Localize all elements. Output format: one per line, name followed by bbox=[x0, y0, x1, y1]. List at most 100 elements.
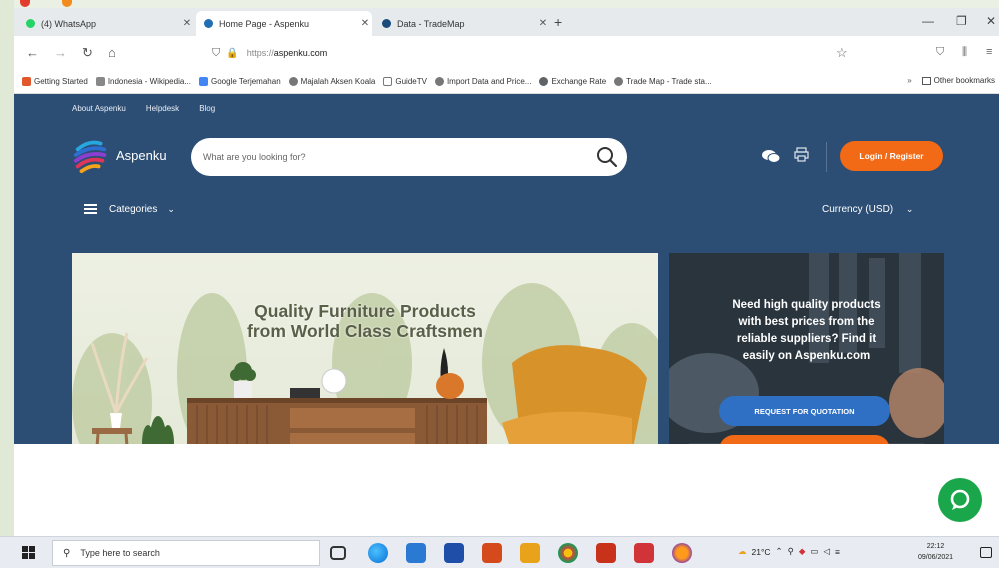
chevron-right-icon[interactable]: » bbox=[907, 76, 911, 85]
url-protocol: https:// bbox=[246, 48, 274, 58]
network-icon[interactable]: ▭ bbox=[810, 546, 818, 557]
maximize-icon[interactable]: ❐ bbox=[956, 14, 967, 28]
taskbar-search-placeholder: Type here to search bbox=[80, 548, 160, 558]
weather-icon[interactable]: ☁ bbox=[738, 546, 747, 557]
bookmark-item[interactable]: Trade Map - Trade sta... bbox=[614, 77, 712, 86]
taskbar-search[interactable]: ⚲ Type here to search bbox=[52, 540, 320, 566]
hero-title: Quality Furniture Products from World Cl… bbox=[72, 301, 658, 341]
trademap-favicon-icon bbox=[382, 19, 391, 28]
bookmark-item[interactable]: Getting Started bbox=[22, 77, 88, 86]
browser-toolbar: ← → ↻ ⌂ ⛉ 🔒 https:// aspenku.com ☆ ⛉ ⫼ ≡ bbox=[14, 36, 999, 70]
hero-title-line2: from World Class Craftsmen bbox=[247, 321, 483, 341]
nav-blog[interactable]: Blog bbox=[199, 104, 215, 113]
menu-icon[interactable]: ≡ bbox=[986, 46, 992, 58]
pocket-icon[interactable]: ⛉ bbox=[936, 46, 944, 59]
close-window-icon[interactable]: ✕ bbox=[986, 14, 996, 28]
close-icon[interactable]: ✕ bbox=[180, 18, 194, 29]
search-icon: ⚲ bbox=[63, 547, 71, 559]
folder-icon bbox=[921, 76, 931, 85]
edge-icon[interactable] bbox=[368, 543, 388, 563]
antivirus-icon[interactable]: ◆ bbox=[799, 546, 806, 557]
home-icon[interactable]: ⌂ bbox=[108, 45, 116, 60]
bookmark-label: GuideTV bbox=[395, 77, 427, 86]
reload-icon[interactable]: ↻ bbox=[82, 45, 93, 61]
notification-icon[interactable] bbox=[980, 547, 992, 558]
office-icon[interactable] bbox=[482, 543, 502, 563]
promo-line: with best prices from the bbox=[738, 316, 875, 328]
media-icon[interactable] bbox=[634, 543, 654, 563]
nav-about[interactable]: About Aspenku bbox=[72, 104, 126, 113]
request-for-quotation-button[interactable]: REQUEST FOR QUOTATION bbox=[719, 396, 890, 426]
close-icon[interactable]: ✕ bbox=[536, 18, 550, 29]
firefox-icon[interactable] bbox=[672, 543, 692, 563]
volume-icon[interactable]: ◁ bbox=[823, 546, 830, 557]
bookmark-item[interactable]: GuideTV bbox=[383, 77, 427, 86]
chevron-up-icon[interactable]: ⌃ bbox=[776, 546, 783, 557]
minimize-icon[interactable]: — bbox=[922, 14, 934, 28]
new-tab-icon[interactable]: + bbox=[554, 14, 562, 30]
bookmark-label: Exchange Rate bbox=[551, 77, 607, 86]
bookmark-label: Getting Started bbox=[34, 77, 88, 86]
logo-text: Aspenku bbox=[116, 147, 167, 163]
word-icon[interactable] bbox=[444, 543, 464, 563]
bookmark-label: Import Data and Price... bbox=[446, 77, 532, 86]
google-icon bbox=[539, 77, 549, 86]
bookmark-item[interactable]: Import Data and Price... bbox=[434, 77, 532, 86]
people-icon[interactable]: ⚲ bbox=[788, 546, 794, 557]
nav-helpdesk[interactable]: Helpdesk bbox=[146, 104, 179, 113]
site-logo[interactable]: Aspenku bbox=[72, 136, 167, 174]
task-view-icon[interactable] bbox=[330, 546, 346, 560]
powerpoint-icon[interactable] bbox=[596, 543, 616, 563]
live-chat-button[interactable] bbox=[938, 478, 982, 522]
close-icon[interactable]: ✕ bbox=[358, 18, 372, 29]
search-input[interactable] bbox=[203, 152, 587, 162]
globe-icon bbox=[288, 77, 298, 86]
aspenku-site: About Aspenku Helpdesk Blog Aspenku Logi… bbox=[14, 94, 999, 496]
bookmark-item[interactable]: Majalah Aksen Koala bbox=[288, 77, 376, 86]
categories-menu[interactable]: Categories ⌄ bbox=[84, 202, 175, 216]
file-explorer-icon[interactable] bbox=[520, 543, 540, 563]
bookmark-label: Majalah Aksen Koala bbox=[300, 77, 376, 86]
clock-date: 09/06/2021 bbox=[918, 554, 954, 561]
other-bookmarks-label: Other bookmarks bbox=[933, 76, 995, 85]
mail-icon[interactable] bbox=[406, 543, 426, 563]
forward-icon[interactable]: → bbox=[54, 45, 67, 60]
hero-title-line1: Quality Furniture Products bbox=[254, 301, 476, 321]
bookmark-item[interactable]: Google Terjemahan bbox=[198, 77, 281, 86]
promo-line: easily on Aspenku.com bbox=[742, 350, 871, 362]
bookmark-label: Indonesia - Wikipedia... bbox=[107, 77, 191, 86]
chat-icon[interactable] bbox=[762, 149, 781, 166]
bookmark-star-icon[interactable]: ☆ bbox=[836, 45, 848, 61]
search-icon[interactable] bbox=[587, 146, 627, 168]
background-window-fragment bbox=[14, 0, 434, 8]
tab-trademap[interactable]: Data - TradeMap ✕ bbox=[374, 11, 550, 36]
chrome-icon[interactable] bbox=[558, 543, 578, 563]
library-icon[interactable]: ⫼ bbox=[962, 46, 967, 59]
windows-start-icon[interactable] bbox=[22, 546, 36, 560]
taskbar-clock[interactable]: 22:12 09/06/2021 bbox=[918, 541, 953, 563]
bookmark-item[interactable]: Exchange Rate bbox=[539, 77, 606, 86]
globe-icon bbox=[614, 77, 624, 86]
language-icon[interactable]: ≡ bbox=[835, 547, 840, 557]
bookmark-label: Google Terjemahan bbox=[210, 77, 281, 86]
printer-icon[interactable] bbox=[794, 147, 809, 165]
lock-icon[interactable]: 🔒 bbox=[226, 48, 238, 59]
desktop-left-strip bbox=[0, 0, 14, 536]
tab-aspenku[interactable]: Home Page - Aspenku ✕ bbox=[196, 11, 372, 36]
bookmark-item[interactable]: Indonesia - Wikipedia... bbox=[95, 77, 191, 86]
folder-icon bbox=[383, 77, 393, 86]
weather-temp[interactable]: 21°C bbox=[752, 547, 771, 557]
translate-icon bbox=[198, 77, 208, 86]
bookmarks-bar: Getting Started Indonesia - Wikipedia...… bbox=[14, 70, 999, 94]
globe-icon bbox=[434, 77, 444, 86]
address-bar[interactable]: ⛉ 🔒 https:// aspenku.com bbox=[204, 42, 884, 64]
back-icon[interactable]: ← bbox=[26, 45, 39, 60]
login-register-button[interactable]: Login / Register bbox=[840, 141, 943, 171]
currency-selector[interactable]: Currency (USD) ⌄ bbox=[822, 204, 913, 215]
other-bookmarks[interactable]: » Other bookmarks bbox=[907, 76, 995, 85]
url-host: aspenku.com bbox=[273, 48, 328, 58]
currency-label: Currency (USD) bbox=[822, 204, 894, 215]
tab-whatsapp[interactable]: (4) WhatsApp ✕ bbox=[18, 11, 194, 36]
site-top-nav: About Aspenku Helpdesk Blog bbox=[72, 104, 215, 113]
tab-label: Home Page - Aspenku bbox=[219, 18, 310, 29]
